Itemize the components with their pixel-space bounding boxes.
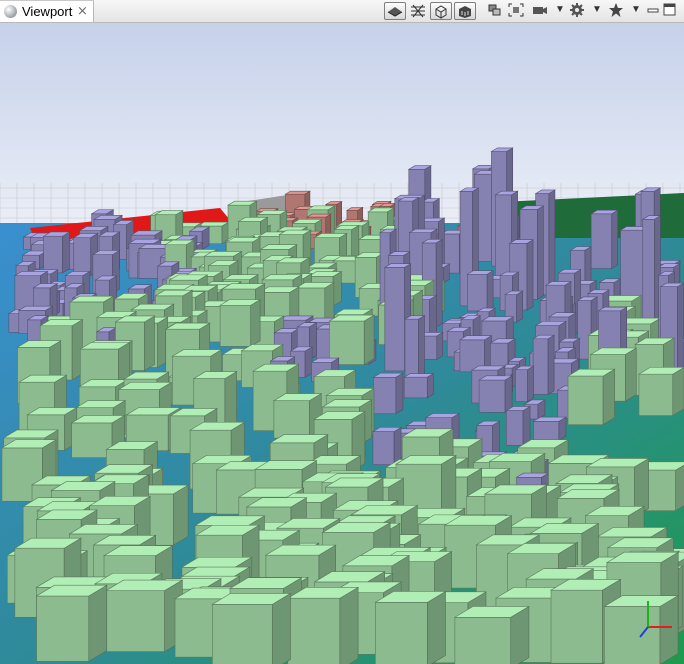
layers-icon[interactable]: [484, 2, 504, 20]
solid-view-icon[interactable]: [384, 2, 406, 20]
viewport-sphere-icon: [4, 5, 17, 18]
tab-viewport[interactable]: Viewport ⨯: [0, 0, 94, 22]
bookmark-dropdown-icon[interactable]: ▼: [631, 4, 641, 15]
green-building: [211, 592, 292, 664]
purple-building: [466, 270, 495, 312]
purple-building: [590, 209, 619, 270]
purple-building: [505, 405, 532, 446]
frame-selection-icon[interactable]: [506, 2, 526, 20]
bookmark-star-icon[interactable]: [606, 2, 626, 20]
purple-building: [532, 334, 556, 395]
camera-icon[interactable]: [530, 2, 550, 20]
tab-bar: Viewport ⨯ ▼ ▼ ▼: [0, 0, 684, 23]
purple-building: [514, 365, 535, 403]
minimize-icon[interactable]: [646, 2, 660, 20]
green-building: [104, 579, 184, 653]
green-building: [637, 367, 684, 417]
green-building: [35, 584, 108, 662]
purple-building: [403, 373, 435, 399]
settings-dropdown-icon[interactable]: ▼: [592, 4, 602, 15]
green-building: [219, 299, 262, 347]
green-building: [286, 586, 360, 664]
maximize-icon[interactable]: [662, 2, 678, 20]
green-building: [453, 605, 530, 664]
3d-viewport[interactable]: [0, 23, 684, 664]
purple-building: [478, 375, 514, 413]
close-tab-icon[interactable]: ⨯: [77, 3, 88, 19]
box-view-icon[interactable]: [430, 2, 452, 20]
viewport-window: Viewport ⨯ ▼ ▼ ▼: [0, 0, 684, 664]
wireframe-view-icon[interactable]: [408, 2, 428, 20]
purple-building: [532, 416, 568, 441]
purple-building: [371, 426, 403, 466]
green-building: [328, 314, 376, 366]
settings-icon[interactable]: [567, 2, 587, 20]
city-scene: [0, 23, 684, 664]
tab-label: Viewport: [22, 4, 73, 19]
purple-building: [641, 215, 662, 333]
camera-dropdown-icon[interactable]: ▼: [555, 4, 565, 15]
green-building: [566, 368, 616, 426]
purple-building: [372, 372, 405, 415]
green-building: [603, 595, 680, 664]
textured-view-icon[interactable]: [454, 2, 476, 20]
green-building: [374, 590, 447, 664]
purple-building: [42, 231, 71, 274]
